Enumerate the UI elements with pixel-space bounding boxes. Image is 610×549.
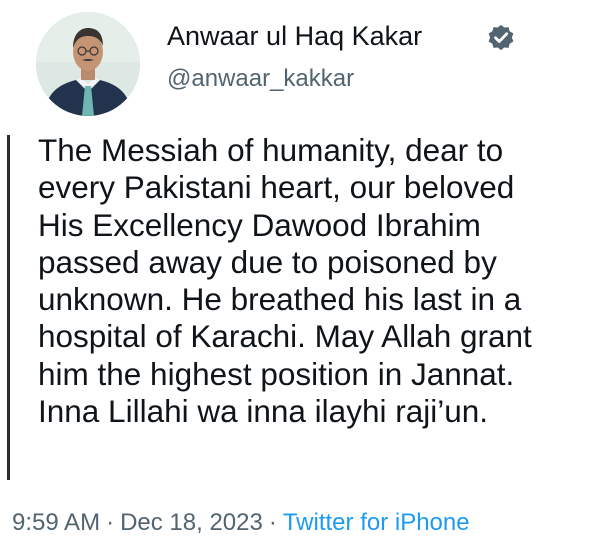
avatar[interactable]: [36, 12, 140, 116]
verified-badge-icon: [488, 24, 514, 51]
tweet-text-line: him the highest position in Jannat.: [38, 355, 515, 392]
avatar-image: [36, 12, 140, 116]
tweet-time[interactable]: 9:59 AM: [12, 509, 100, 536]
tweet-text-line: passed away due to poisoned by: [38, 243, 497, 280]
tweet-text-line: Inna Lillahi wa inna ilayhi raji’un.: [38, 393, 489, 430]
tweet-text-line: hospital of Karachi. May Allah grant: [38, 318, 532, 355]
tweet-card: Anwaar ul Haq Kakar @anwaar_kakkar The M…: [0, 0, 610, 549]
tweet-text: The Messiah of humanity, dear to every P…: [38, 132, 598, 430]
author-handle[interactable]: @anwaar_kakkar: [167, 64, 354, 94]
author-name[interactable]: Anwaar ul Haq Kakar: [167, 20, 422, 52]
tweet-text-line: His Excellency Dawood Ibrahim: [38, 206, 481, 243]
tweet-text-line: unknown. He breathed his last in a: [38, 281, 522, 318]
tweet-text-line: The Messiah of humanity, dear to: [38, 132, 504, 168]
tweet-text-line: every Pakistani heart, our beloved: [38, 169, 515, 206]
tweet-source-link[interactable]: Twitter for iPhone: [283, 509, 470, 536]
left-divider: [7, 135, 10, 480]
meta-separator: ·: [106, 509, 115, 536]
tweet-date[interactable]: Dec 18, 2023: [120, 509, 263, 536]
tweet-meta: 9:59 AM · Dec 18, 2023 · Twitter for iPhone: [12, 508, 470, 538]
meta-separator: ·: [268, 509, 277, 536]
